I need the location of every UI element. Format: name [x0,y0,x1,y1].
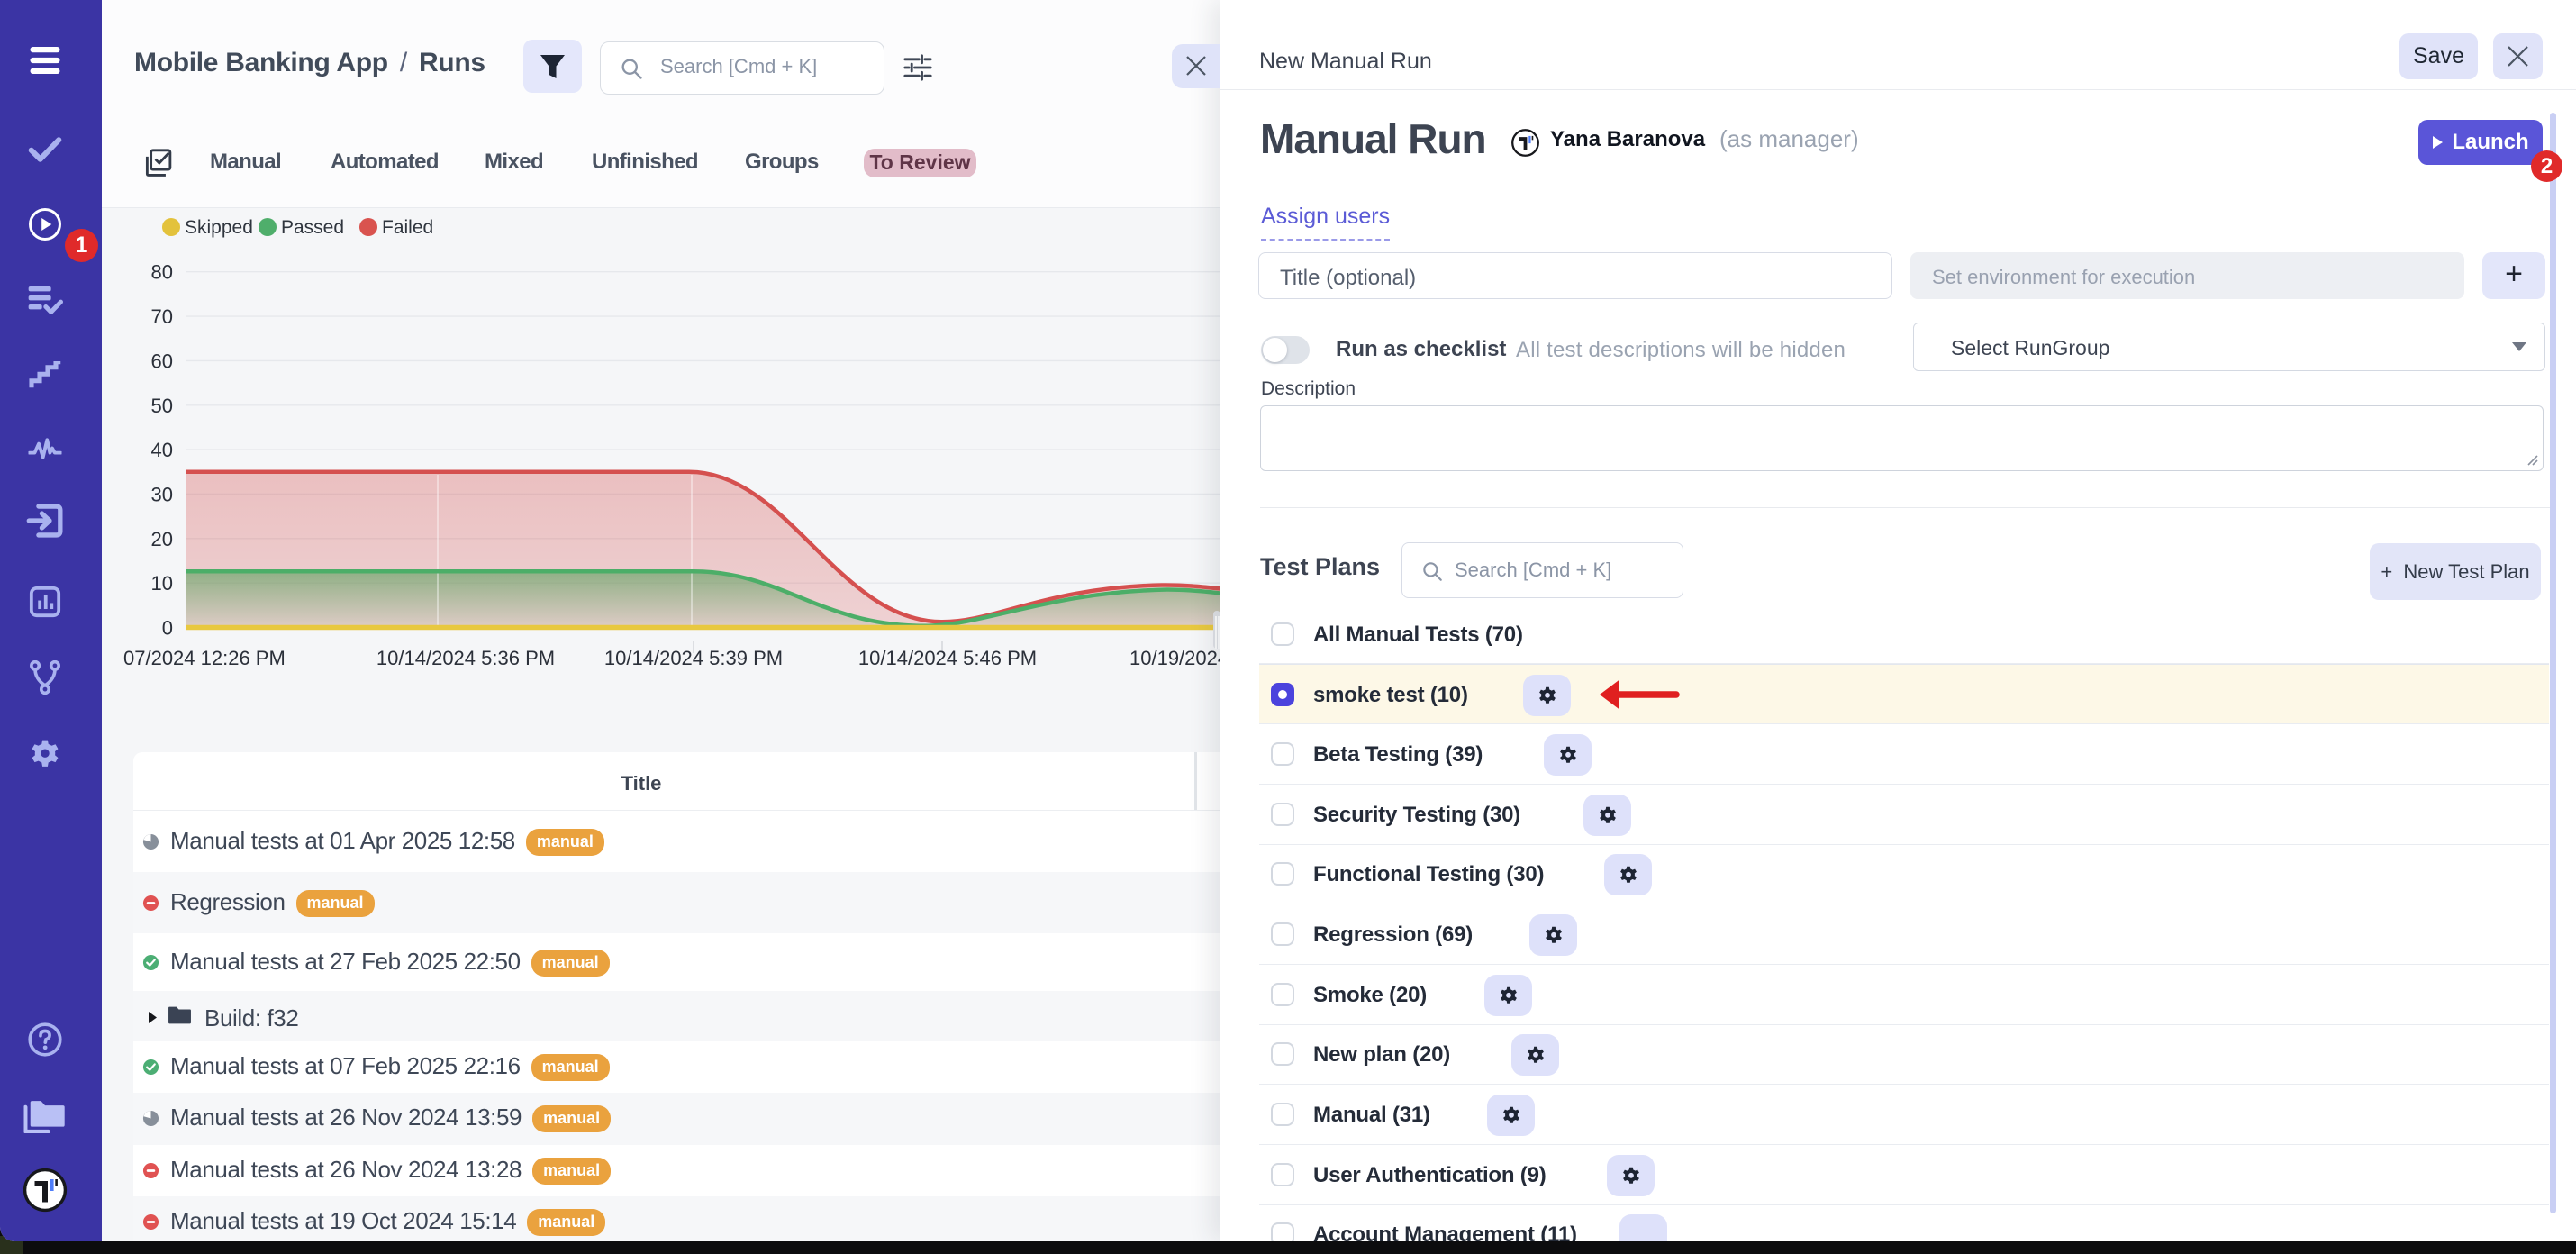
svg-text:40: 40 [151,439,173,461]
svg-text:50: 50 [151,395,173,417]
svg-text:Failed: Failed [382,217,433,238]
svg-text:70: 70 [151,305,173,328]
svg-text:Skipped: Skipped [185,217,253,238]
svg-text:07/2024 12:26 PM: 07/2024 12:26 PM [123,647,286,669]
svg-text:10/14/2024 5:39 PM: 10/14/2024 5:39 PM [604,647,783,669]
svg-text:10/14/2024 5:46 PM: 10/14/2024 5:46 PM [858,647,1037,669]
svg-text:30: 30 [151,484,173,506]
svg-text:0: 0 [162,617,173,640]
svg-text:10: 10 [151,572,173,595]
svg-text:Passed: Passed [281,217,344,238]
svg-text:80: 80 [151,261,173,284]
svg-text:60: 60 [151,350,173,372]
svg-text:10/19/2024: 10/19/2024 [1129,647,1225,669]
svg-text:10/14/2024 5:36 PM: 10/14/2024 5:36 PM [376,647,555,669]
svg-text:20: 20 [151,528,173,550]
